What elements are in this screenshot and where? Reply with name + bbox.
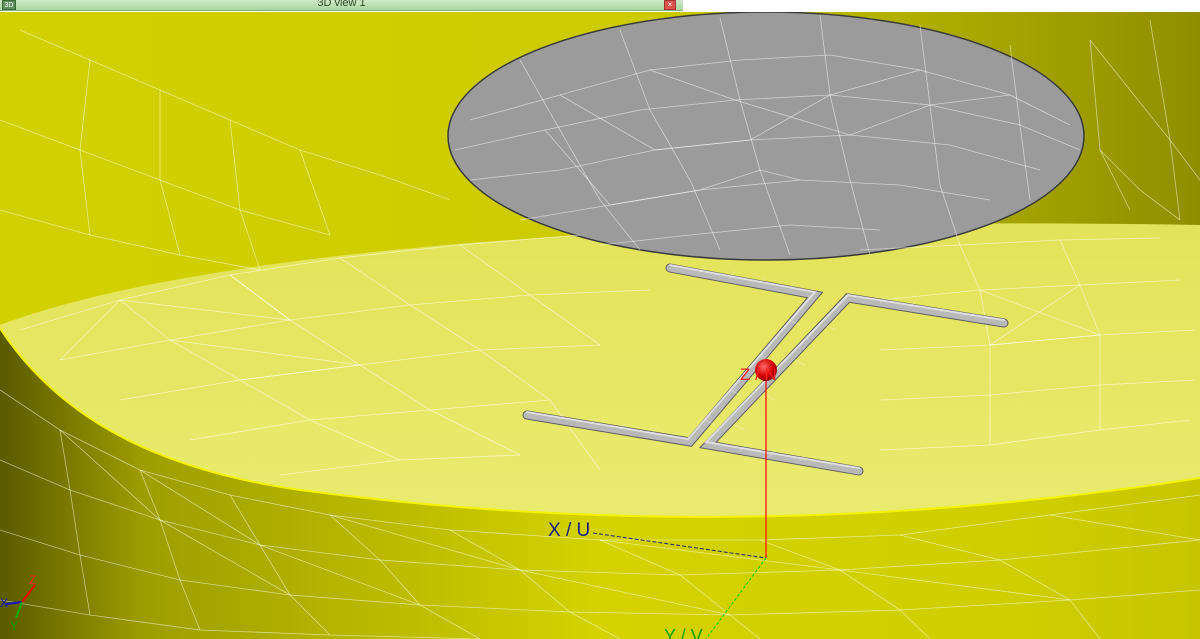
window-title: 3D view 1	[317, 0, 366, 9]
3d-view-window: 3D 3D view 1 × Z / N X / U Y / V Z X Y	[0, 0, 1200, 639]
scene-canvas[interactable]: Z / N X / U Y / V Z X Y	[0, 11, 1200, 639]
x-axis-label: X / U	[548, 520, 590, 541]
background-strip	[683, 0, 1200, 12]
triad-y-label: Y	[10, 619, 18, 633]
triad-x-label: X	[0, 596, 8, 610]
y-axis-label: Y / V	[664, 626, 703, 639]
grey-disk-plate	[447, 11, 1085, 261]
window-titlebar[interactable]: 3D 3D view 1 ×	[0, 0, 683, 11]
triad-z-label: Z	[29, 573, 36, 587]
z-axis-label: Z / N	[740, 365, 777, 384]
3d-viewport[interactable]: Z / N X / U Y / V Z X Y	[0, 11, 1200, 639]
close-button[interactable]: ×	[664, 0, 676, 10]
